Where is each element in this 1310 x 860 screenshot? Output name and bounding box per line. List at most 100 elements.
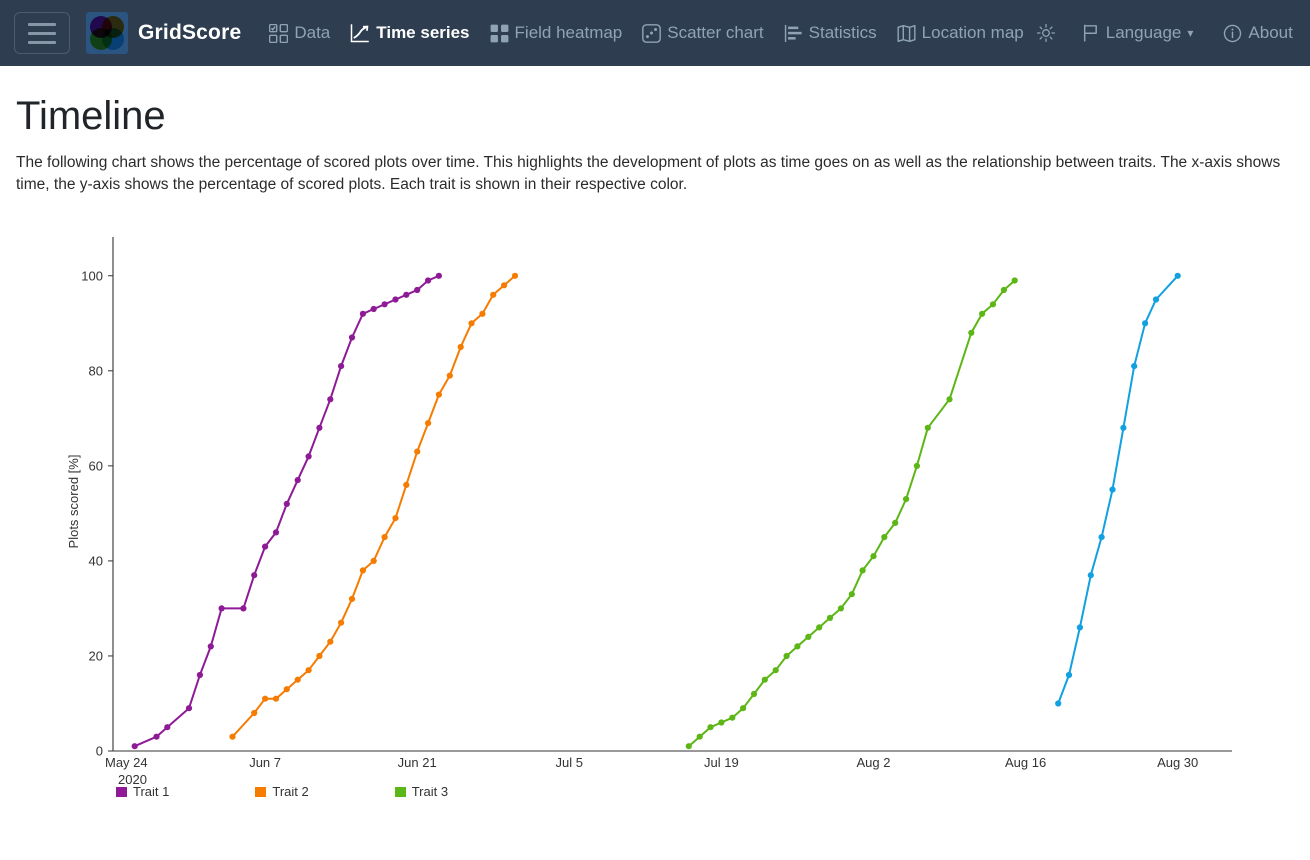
menu-toggle-button[interactable]	[14, 12, 70, 54]
language-dropdown[interactable]: Language ▾	[1074, 17, 1202, 49]
brand-link[interactable]: GridScore	[86, 12, 241, 54]
series-point	[403, 291, 410, 298]
nav-item-data[interactable]: Data	[261, 17, 338, 49]
series-point	[468, 320, 475, 327]
series-point	[1098, 534, 1105, 541]
chart-axes	[112, 237, 1232, 752]
line-chart-icon	[350, 23, 370, 43]
series-point	[761, 676, 768, 683]
flag-icon	[1082, 24, 1100, 42]
series-point	[1142, 320, 1149, 327]
series-point	[240, 605, 247, 612]
series-point	[707, 724, 714, 731]
series-point	[381, 534, 388, 541]
x-tick-label: Jul 5	[556, 755, 583, 770]
series-point	[392, 296, 399, 303]
series-point	[750, 690, 758, 698]
series-point	[272, 695, 280, 702]
series-point	[783, 652, 790, 660]
nav-item-scatter-chart[interactable]: Scatter chart	[634, 17, 771, 49]
series-point	[1152, 296, 1160, 303]
nav-item-time-series[interactable]: Time series	[342, 17, 477, 49]
legend-item[interactable]: Trait 2	[255, 787, 309, 797]
series-point	[305, 453, 312, 460]
series-point	[196, 671, 203, 679]
series-point	[881, 534, 888, 541]
series-point	[1076, 624, 1083, 631]
legend-item[interactable]: Trait 3	[394, 787, 449, 797]
x-tick-label: Aug 16	[1005, 755, 1046, 770]
heatmap-grid-icon	[490, 24, 509, 43]
series-point	[1087, 572, 1094, 579]
series-point	[870, 553, 877, 560]
chart-legend-clipped[interactable]: Trait 1Trait 2Trait 3Trait 4	[116, 787, 636, 797]
timeline-chart[interactable]: 0 20 40 60 80 100 Plots scored [%] May 24 2020 Ju…	[16, 234, 1294, 797]
series-point	[837, 605, 845, 612]
hamburger-bar	[28, 31, 56, 35]
series-point	[946, 396, 953, 403]
series-point	[283, 500, 290, 507]
series-point	[816, 624, 823, 631]
series-point	[251, 709, 258, 717]
legend-item[interactable]: Trait 1	[116, 787, 169, 797]
series-point	[740, 705, 747, 712]
nav-item-label: Location map	[921, 23, 1024, 42]
x-tick-label: Aug 2	[856, 755, 890, 770]
series-point	[381, 301, 388, 308]
top-navbar: GridScore Data Time series Field heatmap…	[0, 0, 1310, 66]
chart-series	[131, 272, 442, 750]
series-point	[185, 705, 193, 712]
series-point	[772, 667, 779, 674]
series-point	[327, 396, 334, 403]
x-tick-label: Aug 30	[1157, 755, 1198, 770]
gridscore-logo-icon	[86, 12, 128, 54]
chart-series	[229, 272, 519, 740]
series-point	[262, 543, 269, 550]
hamburger-bar	[28, 40, 56, 44]
series-point	[435, 391, 442, 398]
series-point	[924, 424, 931, 431]
series-point	[392, 515, 399, 522]
nav-item-location-map[interactable]: Location map	[889, 17, 1032, 49]
about-link[interactable]: About	[1215, 17, 1300, 49]
logo-circle-blue	[102, 28, 124, 50]
nav-item-field-heatmap[interactable]: Field heatmap	[482, 17, 631, 49]
nav-item-label: Scatter chart	[667, 23, 764, 42]
legend-label: Trait 3	[411, 787, 449, 797]
chevron-down-icon: ▾	[1187, 26, 1194, 40]
series-point	[294, 477, 301, 484]
series-point	[892, 519, 899, 526]
series-point	[425, 420, 432, 427]
series-point	[348, 595, 356, 602]
page-content: Timeline The following chart shows the p…	[0, 66, 1310, 797]
nav-item-label: Data	[294, 23, 331, 42]
nav-item-statistics[interactable]: Statistics	[776, 17, 885, 49]
grid-checkbox-icon	[269, 23, 289, 43]
series-point	[1131, 363, 1138, 370]
series-point	[903, 496, 910, 503]
y-tick-label: 40	[89, 553, 103, 568]
brand-title: GridScore	[138, 21, 242, 44]
page-description: The following chart shows the percentage…	[16, 154, 1281, 193]
about-label: About	[1248, 23, 1293, 42]
series-point	[435, 272, 442, 279]
series-point	[283, 686, 290, 693]
series-point	[338, 363, 345, 370]
series-point	[479, 310, 486, 317]
series-point	[794, 643, 801, 650]
timeline-chart-svg[interactable]: 0 20 40 60 80 100 Plots scored [%] May 24 2020 Ju…	[16, 234, 1294, 794]
series-point	[294, 676, 301, 683]
series-point	[729, 714, 736, 721]
series-point	[207, 643, 214, 650]
nav-item-label: Statistics	[808, 23, 877, 42]
sun-brightness-icon	[1036, 23, 1056, 43]
series-point	[131, 743, 138, 750]
theme-toggle-button[interactable]	[1032, 17, 1060, 49]
series-point	[490, 291, 497, 298]
series-point	[338, 619, 345, 626]
series-point	[989, 301, 997, 308]
series-point	[403, 481, 410, 488]
series-point	[359, 310, 366, 317]
map-fold-icon	[897, 24, 916, 43]
y-tick-label: 0	[96, 744, 103, 759]
